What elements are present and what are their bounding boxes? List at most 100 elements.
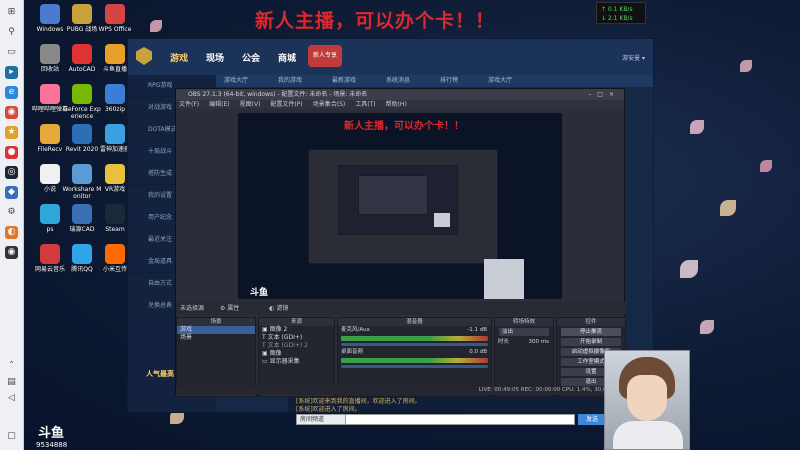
duration-input[interactable]: 300 ms	[529, 338, 549, 346]
duration-row: 时长 300 ms	[498, 338, 549, 346]
nested-avatar	[484, 259, 524, 299]
properties-button[interactable]: ⚙ 属性	[220, 305, 253, 312]
menu-item[interactable]: 配置文件(P)	[270, 100, 302, 109]
tray-up-icon[interactable]: ˄	[5, 360, 18, 373]
menu-item[interactable]: 视图(V)	[240, 100, 261, 109]
terminal-icon[interactable]: ▸	[5, 66, 18, 79]
windows-start-icon[interactable]: ⊞	[5, 6, 18, 19]
app-icon	[105, 44, 125, 64]
download-speed: ↓ 2.1 KB/s	[601, 15, 633, 22]
subnav-item[interactable]: 最新游戏	[332, 75, 356, 87]
send-button[interactable]: 发送	[578, 414, 606, 425]
start-recording-button[interactable]: 开始录制	[561, 338, 621, 346]
source-item[interactable]: ▣ 图像	[259, 350, 334, 358]
app-icon	[105, 124, 125, 144]
dock-title: 控件	[557, 318, 625, 326]
app-icon[interactable]: ★	[5, 126, 18, 139]
decorative-petal	[150, 20, 162, 32]
sources-dock: 来源 ▣ 图像 2 T 文本 (GDI+) T 文本 (GDI+) 2 ▣ 图像…	[258, 317, 335, 397]
douyu-logo: 斗鱼	[38, 426, 65, 441]
source-item[interactable]: ▭ 显示器采集	[259, 358, 334, 366]
promo-badge[interactable]: 新人专享	[308, 45, 342, 67]
app-icon[interactable]: ●	[5, 146, 18, 159]
volume-meter	[341, 358, 488, 363]
nested-douyu-logo: 斗鱼	[250, 288, 269, 298]
network-icon[interactable]: ▤	[5, 376, 18, 389]
minimize-icon[interactable]: –	[588, 91, 597, 98]
app-icon	[105, 84, 125, 104]
volume-slider[interactable]	[341, 343, 488, 346]
tab-games[interactable]: 游戏	[170, 51, 188, 64]
obs-titlebar: OBS 27.1.3 (64-bit, windows) - 配置文件: 未命名…	[176, 89, 624, 100]
task-view-icon[interactable]: ▭	[5, 46, 18, 59]
scene-item[interactable]: 游戏	[177, 326, 255, 334]
nested-banner: 新人主播，可以办个卡！！	[344, 121, 464, 132]
browser-icon[interactable]: e	[5, 86, 18, 99]
decorative-petal	[690, 120, 704, 134]
nested-obs-preview	[358, 175, 428, 215]
obs-icon[interactable]: ◉	[5, 246, 18, 259]
search-icon[interactable]: ⚲	[5, 26, 18, 39]
close-icon[interactable]: ×	[609, 91, 620, 98]
nested-avatar	[434, 213, 450, 227]
brand-label: 人气最高	[146, 370, 174, 378]
app-icon	[105, 204, 125, 224]
notification-icon[interactable]: ▢	[5, 430, 18, 443]
scene-item[interactable]: 场景	[177, 334, 255, 342]
mixer-dock: 混音器 麦克风/Aux -1.1 dB 桌面音频 0.0 dB	[337, 317, 492, 397]
source-item[interactable]: T 文本 (GDI+)	[259, 334, 334, 342]
menu-item[interactable]: 编辑(E)	[209, 100, 229, 109]
subnav-item[interactable]: 我的游戏	[278, 75, 302, 87]
dock-title: 转场特效	[495, 318, 553, 326]
obs-window: OBS 27.1.3 (64-bit, windows) - 配置文件: 未命名…	[175, 88, 626, 397]
desktop-icon-label: WPS Office	[98, 26, 132, 33]
app-icon	[72, 244, 92, 264]
chat-input[interactable]	[345, 414, 575, 425]
tab-live[interactable]: 现场	[206, 51, 224, 64]
decorative-petal	[720, 200, 736, 216]
subnav-item[interactable]: 游戏大厅	[488, 75, 512, 87]
volume-icon[interactable]: ◁	[5, 392, 18, 405]
transition-select[interactable]: 淡出	[499, 328, 549, 336]
menu-item[interactable]: 文件(F)	[179, 100, 199, 109]
stop-streaming-button[interactable]: 停止推流	[561, 328, 621, 336]
launcher-tabs: 游戏 现场 公会 商城	[170, 51, 296, 64]
filters-button[interactable]: ◐ 滤镜	[269, 305, 302, 312]
app-icon	[40, 84, 60, 104]
decorative-petal	[700, 320, 714, 334]
user-menu[interactable]: 游安曼 ▾	[622, 53, 645, 62]
decorative-petal	[760, 160, 772, 172]
app-icon[interactable]: ◆	[5, 186, 18, 199]
subnav-item[interactable]: 游戏大厅	[224, 75, 248, 87]
steam-icon[interactable]: ◎	[5, 166, 18, 179]
decorative-petal	[740, 60, 752, 72]
desktop-icon[interactable]: WPS Office	[95, 4, 135, 33]
dock-title: 来源	[259, 318, 334, 326]
no-source-label: 未选择源	[180, 305, 205, 312]
subnav-item[interactable]: 排行榜	[440, 75, 458, 87]
maximize-icon[interactable]: □	[597, 91, 609, 98]
obs-icon[interactable]: ◐	[5, 226, 18, 239]
dock-title: 混音器	[338, 318, 491, 326]
menu-item[interactable]: 工具(T)	[355, 100, 375, 109]
menu-item[interactable]: 场景集合(S)	[313, 100, 346, 109]
tab-guild[interactable]: 公会	[242, 51, 260, 64]
app-icon	[40, 44, 60, 64]
source-item[interactable]: T 文本 (GDI+) 2	[259, 342, 334, 350]
chat-message: [系统]欢迎进入了房间。	[296, 406, 361, 413]
taskbar: ⊞ ⚲ ▭ ▸ e ◉ ★ ● ◎ ◆ ⚙ ◐ ◉ ˄ ▤ ◁ ▢	[0, 0, 24, 450]
stream-banner: 新人主播，可以办个卡！！	[255, 10, 496, 32]
volume-meter	[341, 336, 488, 341]
app-icon	[40, 124, 60, 144]
source-item[interactable]: ▣ 图像 2	[259, 326, 334, 334]
mixer-channel: 麦克风/Aux -1.1 dB	[341, 327, 487, 333]
volume-slider[interactable]	[341, 365, 488, 368]
chrome-icon[interactable]: ◉	[5, 106, 18, 119]
settings-icon[interactable]: ⚙	[5, 206, 18, 219]
subnav-item[interactable]: 系统消息	[386, 75, 410, 87]
app-icon	[105, 4, 125, 24]
menu-item[interactable]: 帮助(H)	[386, 100, 407, 109]
tab-store[interactable]: 商城	[278, 51, 296, 64]
obs-title: OBS 27.1.3 (64-bit, windows) - 配置文件: 未命名…	[188, 91, 368, 98]
app-icon	[40, 244, 60, 264]
